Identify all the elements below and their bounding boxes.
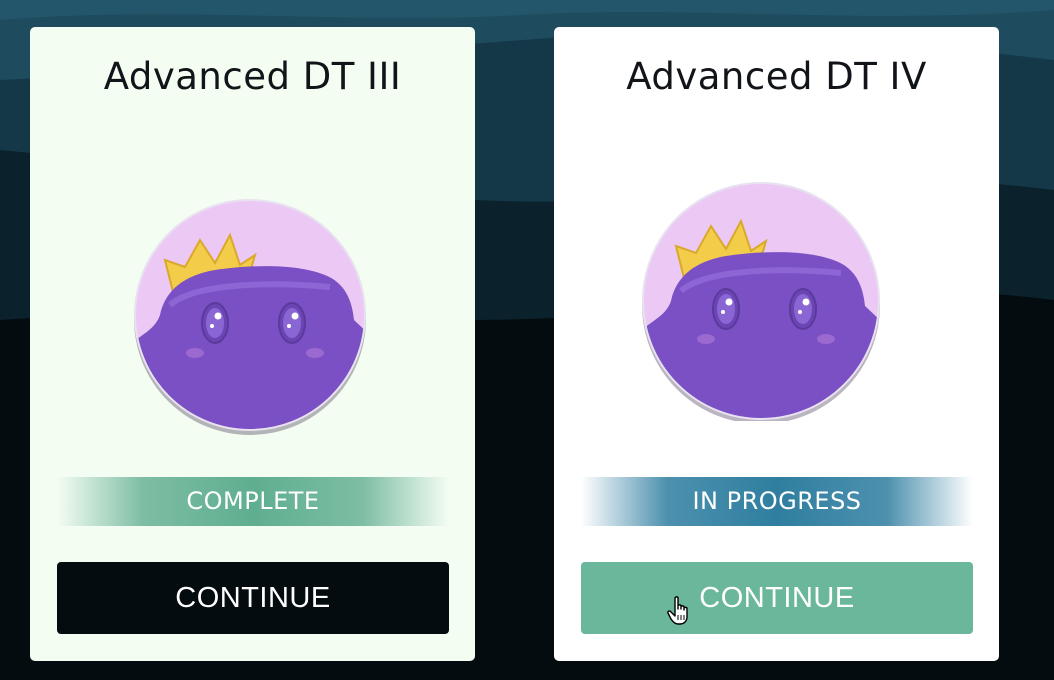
course-card-advanced-dt-iv: Advanced DT IV IN PROGRESS CONTINUE — [554, 27, 999, 661]
course-title: Advanced DT IV — [626, 55, 927, 98]
status-badge: IN PROGRESS — [581, 477, 973, 526]
hand-pointer-icon — [667, 596, 688, 625]
course-title: Advanced DT III — [103, 55, 402, 98]
course-card-advanced-dt-iii: Advanced DT III COMPLETE CONTINUE — [30, 27, 475, 661]
crowned-purple-blob-avatar-icon — [642, 182, 880, 421]
crowned-purple-blob-avatar-icon — [134, 199, 366, 435]
continue-button[interactable]: CONTINUE — [581, 562, 973, 634]
status-badge: COMPLETE — [57, 477, 449, 526]
continue-button[interactable]: CONTINUE — [57, 562, 449, 634]
